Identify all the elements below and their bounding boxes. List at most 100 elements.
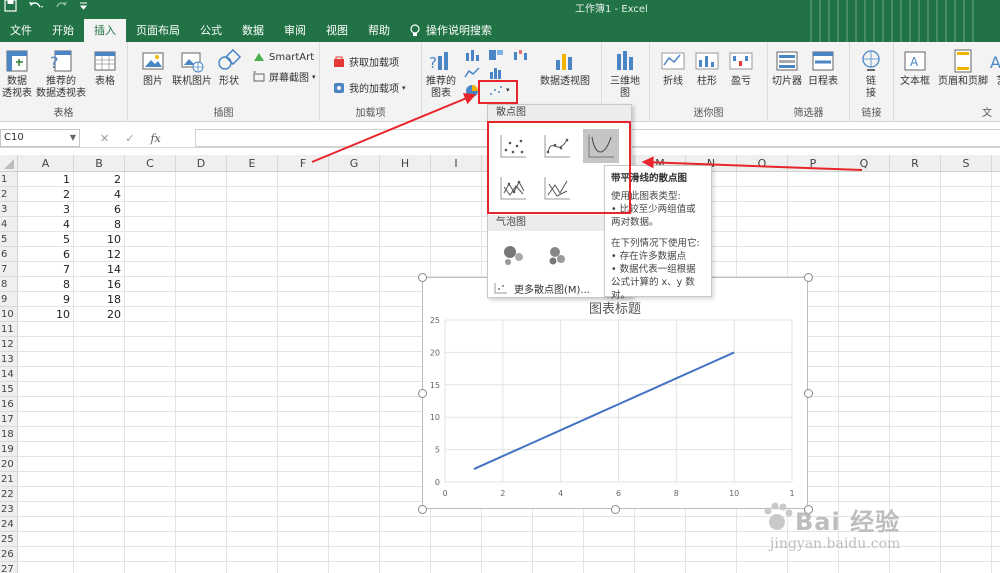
row-header-16[interactable]: 16 [0, 397, 18, 412]
shapes-button[interactable]: 形状 [216, 48, 242, 88]
column-header-o[interactable]: O [737, 155, 788, 172]
waterfall-chart-icon[interactable] [512, 48, 528, 62]
row-header-7[interactable]: 7 [0, 262, 18, 277]
undo-icon[interactable] [27, 0, 45, 15]
table-button[interactable]: 表格 [92, 48, 118, 88]
row-header-19[interactable]: 19 [0, 442, 18, 457]
row-header-6[interactable]: 6 [0, 247, 18, 262]
column-header-e[interactable]: E [227, 155, 278, 172]
resize-handle-ml[interactable] [418, 389, 427, 398]
cell-b8[interactable]: 16 [74, 277, 121, 292]
column-header-a[interactable]: A [18, 155, 74, 172]
row-header-22[interactable]: 22 [0, 487, 18, 502]
column-chart-icon[interactable] [464, 48, 480, 62]
name-box[interactable]: C10 ▼ [0, 129, 80, 147]
cell-b3[interactable]: 6 [74, 202, 121, 217]
tab-view[interactable]: 视图 [316, 19, 358, 42]
tab-file[interactable]: 文件 [0, 19, 42, 42]
confirm-icon[interactable]: ✓ [125, 132, 134, 145]
pictures-button[interactable]: 图片 [140, 48, 166, 88]
row-header-13[interactable]: 13 [0, 352, 18, 367]
column-header-q[interactable]: Q [839, 155, 890, 172]
column-header-g[interactable]: G [329, 155, 380, 172]
select-all-corner[interactable] [0, 155, 18, 172]
save-icon[interactable] [4, 0, 17, 15]
row-header-5[interactable]: 5 [0, 232, 18, 247]
row-header-26[interactable]: 26 [0, 547, 18, 562]
tab-help[interactable]: 帮助 [358, 19, 400, 42]
pivot-chart-button[interactable]: 数据透视图 [540, 48, 590, 88]
link-button[interactable]: 链 接 [858, 48, 884, 100]
column-header-f[interactable]: F [278, 155, 329, 172]
screenshot-button[interactable]: 屏幕截图 ▾ [252, 69, 316, 84]
cell-b10[interactable]: 20 [74, 307, 121, 322]
cell-a3[interactable]: 3 [18, 202, 70, 217]
sparkline-winloss-button[interactable]: 盈亏 [728, 48, 754, 88]
customize-qat-icon[interactable] [79, 1, 88, 14]
statistic-chart-icon[interactable] [488, 66, 504, 80]
header-footer-button[interactable]: 页眉和页脚 [938, 48, 988, 88]
cell-a7[interactable]: 7 [18, 262, 70, 277]
cell-a6[interactable]: 6 [18, 247, 70, 262]
row-header-23[interactable]: 23 [0, 502, 18, 517]
pivottable-button[interactable]: 数据 透视表 [2, 48, 32, 100]
bubble-3d-option[interactable] [539, 238, 575, 272]
redo-icon[interactable] [55, 0, 69, 15]
row-header-1[interactable]: 1 [0, 172, 18, 187]
fx-icon[interactable]: fx [150, 132, 160, 145]
tab-formulas[interactable]: 公式 [190, 19, 232, 42]
cell-b2[interactable]: 4 [74, 187, 121, 202]
cell-a4[interactable]: 4 [18, 217, 70, 232]
timeline-button[interactable]: 日程表 [808, 48, 838, 88]
cell-b9[interactable]: 18 [74, 292, 121, 307]
tab-page-layout[interactable]: 页面布局 [126, 19, 190, 42]
row-header-25[interactable]: 25 [0, 532, 18, 547]
line-chart-icon[interactable] [464, 66, 480, 80]
resize-handle-tr[interactable] [804, 273, 813, 282]
column-header-c[interactable]: C [125, 155, 176, 172]
recommended-pivottable-button[interactable]: ? 推荐的 数据透视表 [36, 48, 86, 100]
wordart-button[interactable]: A 艺 [988, 48, 1000, 88]
column-header-r[interactable]: R [890, 155, 941, 172]
cell-b6[interactable]: 12 [74, 247, 121, 262]
textbox-button[interactable]: A 文本框 [900, 48, 930, 88]
chart-object[interactable]: 0 5 10 15 20 25 0 2 4 6 8 10 1 图表标题 [422, 277, 808, 509]
row-header-11[interactable]: 11 [0, 322, 18, 337]
tell-me-search[interactable]: 操作说明搜索 [400, 19, 502, 42]
cancel-icon[interactable]: ✕ [100, 132, 109, 145]
row-header-20[interactable]: 20 [0, 457, 18, 472]
row-header-9[interactable]: 9 [0, 292, 18, 307]
cell-a8[interactable]: 8 [18, 277, 70, 292]
sparkline-column-button[interactable]: 柱形 [694, 48, 720, 88]
column-header-i[interactable]: I [431, 155, 482, 172]
row-header-27[interactable]: 27 [0, 562, 18, 573]
row-header-21[interactable]: 21 [0, 472, 18, 487]
resize-handle-mr[interactable] [804, 389, 813, 398]
tab-data[interactable]: 数据 [232, 19, 274, 42]
resize-handle-bl[interactable] [418, 505, 427, 514]
cell-b1[interactable]: 2 [74, 172, 121, 187]
3d-map-button[interactable]: 三维地 图 [610, 48, 640, 100]
column-header-h[interactable]: H [380, 155, 431, 172]
cell-b7[interactable]: 14 [74, 262, 121, 277]
slicer-button[interactable]: 切片器 [772, 48, 802, 88]
column-header-s[interactable]: S [941, 155, 992, 172]
row-header-12[interactable]: 12 [0, 337, 18, 352]
row-header-4[interactable]: 4 [0, 217, 18, 232]
cell-a2[interactable]: 2 [18, 187, 70, 202]
get-addins-button[interactable]: 获取加载项 [332, 54, 399, 69]
row-header-15[interactable]: 15 [0, 382, 18, 397]
cell-a1[interactable]: 1 [18, 172, 70, 187]
tab-review[interactable]: 审阅 [274, 19, 316, 42]
sparkline-line-button[interactable]: 折线 [660, 48, 686, 88]
hierarchy-chart-icon[interactable] [488, 48, 504, 62]
row-header-17[interactable]: 17 [0, 412, 18, 427]
my-addins-button[interactable]: 我的加载项 ▾ [332, 80, 406, 95]
cell-a9[interactable]: 9 [18, 292, 70, 307]
cell-b5[interactable]: 10 [74, 232, 121, 247]
row-header-8[interactable]: 8 [0, 277, 18, 292]
recommended-charts-button[interactable]: ? 推荐的 图表 [426, 48, 456, 100]
row-header-18[interactable]: 18 [0, 427, 18, 442]
row-header-24[interactable]: 24 [0, 517, 18, 532]
online-pictures-button[interactable]: 联机图片 [172, 48, 212, 88]
